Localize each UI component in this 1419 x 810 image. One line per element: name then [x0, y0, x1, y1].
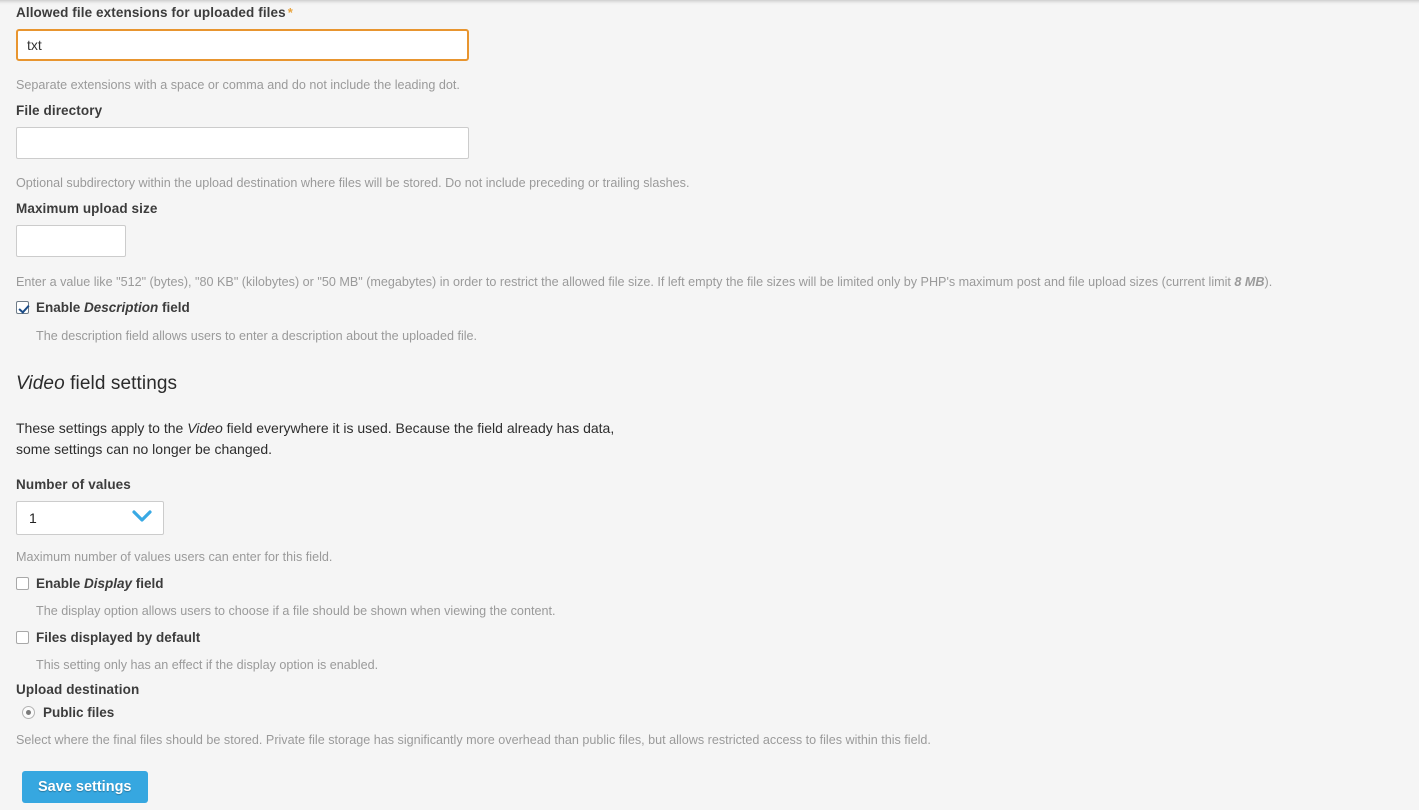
enable-display-field-label-prefix: Enable [36, 576, 85, 591]
video-field-settings-intro: These settings apply to the Video field … [16, 418, 614, 460]
enable-display-field-label-emphasis: Display [84, 576, 133, 591]
video-heading-emphasis: Video [16, 373, 65, 394]
number-of-values-selected-value: 1 [29, 510, 37, 526]
allowed-extensions-input[interactable] [16, 29, 469, 61]
save-settings-button[interactable]: Save settings [22, 771, 148, 803]
video-field-settings-heading: Video field settings [16, 373, 177, 395]
public-files-radio-label: Public files [43, 705, 115, 720]
files-displayed-by-default-row[interactable]: Files displayed by default [16, 630, 200, 645]
file-directory-label: File directory [16, 103, 103, 118]
public-files-radio[interactable] [22, 706, 35, 719]
upload-destination-label: Upload destination [16, 682, 140, 697]
upload-destination-description: Select where the final files should be s… [16, 733, 931, 747]
video-intro-emphasis: Video [187, 420, 223, 436]
video-intro-part2: field everywhere it is used. Because the… [222, 420, 615, 436]
number-of-values-select-wrapper[interactable]: 1 [16, 501, 164, 535]
files-displayed-by-default-checkbox[interactable] [16, 631, 29, 644]
allowed-extensions-label-text: Allowed file extensions for uploaded fil… [16, 5, 286, 20]
video-intro-part1: These settings apply to the [16, 420, 188, 436]
maximum-upload-size-description-part2: ). [1264, 275, 1273, 289]
upload-destination-option-public-files[interactable]: Public files [22, 705, 114, 720]
file-directory-description: Optional subdirectory within the upload … [16, 176, 690, 190]
enable-display-field-label: Enable Display field [36, 576, 164, 591]
enable-description-field-description: The description field allows users to en… [36, 329, 478, 343]
file-directory-input[interactable] [16, 127, 469, 159]
enable-description-field-label-prefix: Enable [36, 300, 85, 315]
maximum-upload-size-description: Enter a value like "512" (bytes), "80 KB… [16, 274, 1272, 290]
enable-description-field-checkbox[interactable] [16, 301, 29, 314]
video-intro-line2: some settings can no longer be changed. [16, 441, 273, 457]
allowed-extensions-label: Allowed file extensions for uploaded fil… [16, 5, 293, 20]
enable-display-field-checkbox[interactable] [16, 577, 29, 590]
video-heading-suffix: field settings [64, 373, 178, 394]
enable-description-field-row[interactable]: Enable Description field [16, 300, 190, 315]
php-limit-value: 8 MB [1234, 275, 1265, 289]
number-of-values-label: Number of values [16, 477, 131, 492]
number-of-values-description: Maximum number of values users can enter… [16, 550, 333, 564]
maximum-upload-size-input[interactable] [16, 225, 126, 257]
enable-display-field-row[interactable]: Enable Display field [16, 576, 164, 591]
files-displayed-by-default-description: This setting only has an effect if the d… [36, 658, 379, 672]
number-of-values-select[interactable]: 1 [16, 501, 164, 535]
enable-description-field-label-suffix: field [158, 300, 190, 315]
enable-display-field-label-suffix: field [132, 576, 164, 591]
allowed-extensions-description: Separate extensions with a space or comm… [16, 78, 460, 92]
maximum-upload-size-description-part1: Enter a value like "512" (bytes), "80 KB… [16, 275, 1235, 289]
enable-description-field-label-emphasis: Description [84, 300, 159, 315]
enable-description-field-label: Enable Description field [36, 300, 190, 315]
maximum-upload-size-label: Maximum upload size [16, 201, 158, 216]
files-displayed-by-default-label: Files displayed by default [36, 630, 201, 645]
required-asterisk: * [287, 5, 293, 20]
enable-display-field-description: The display option allows users to choos… [36, 604, 556, 618]
